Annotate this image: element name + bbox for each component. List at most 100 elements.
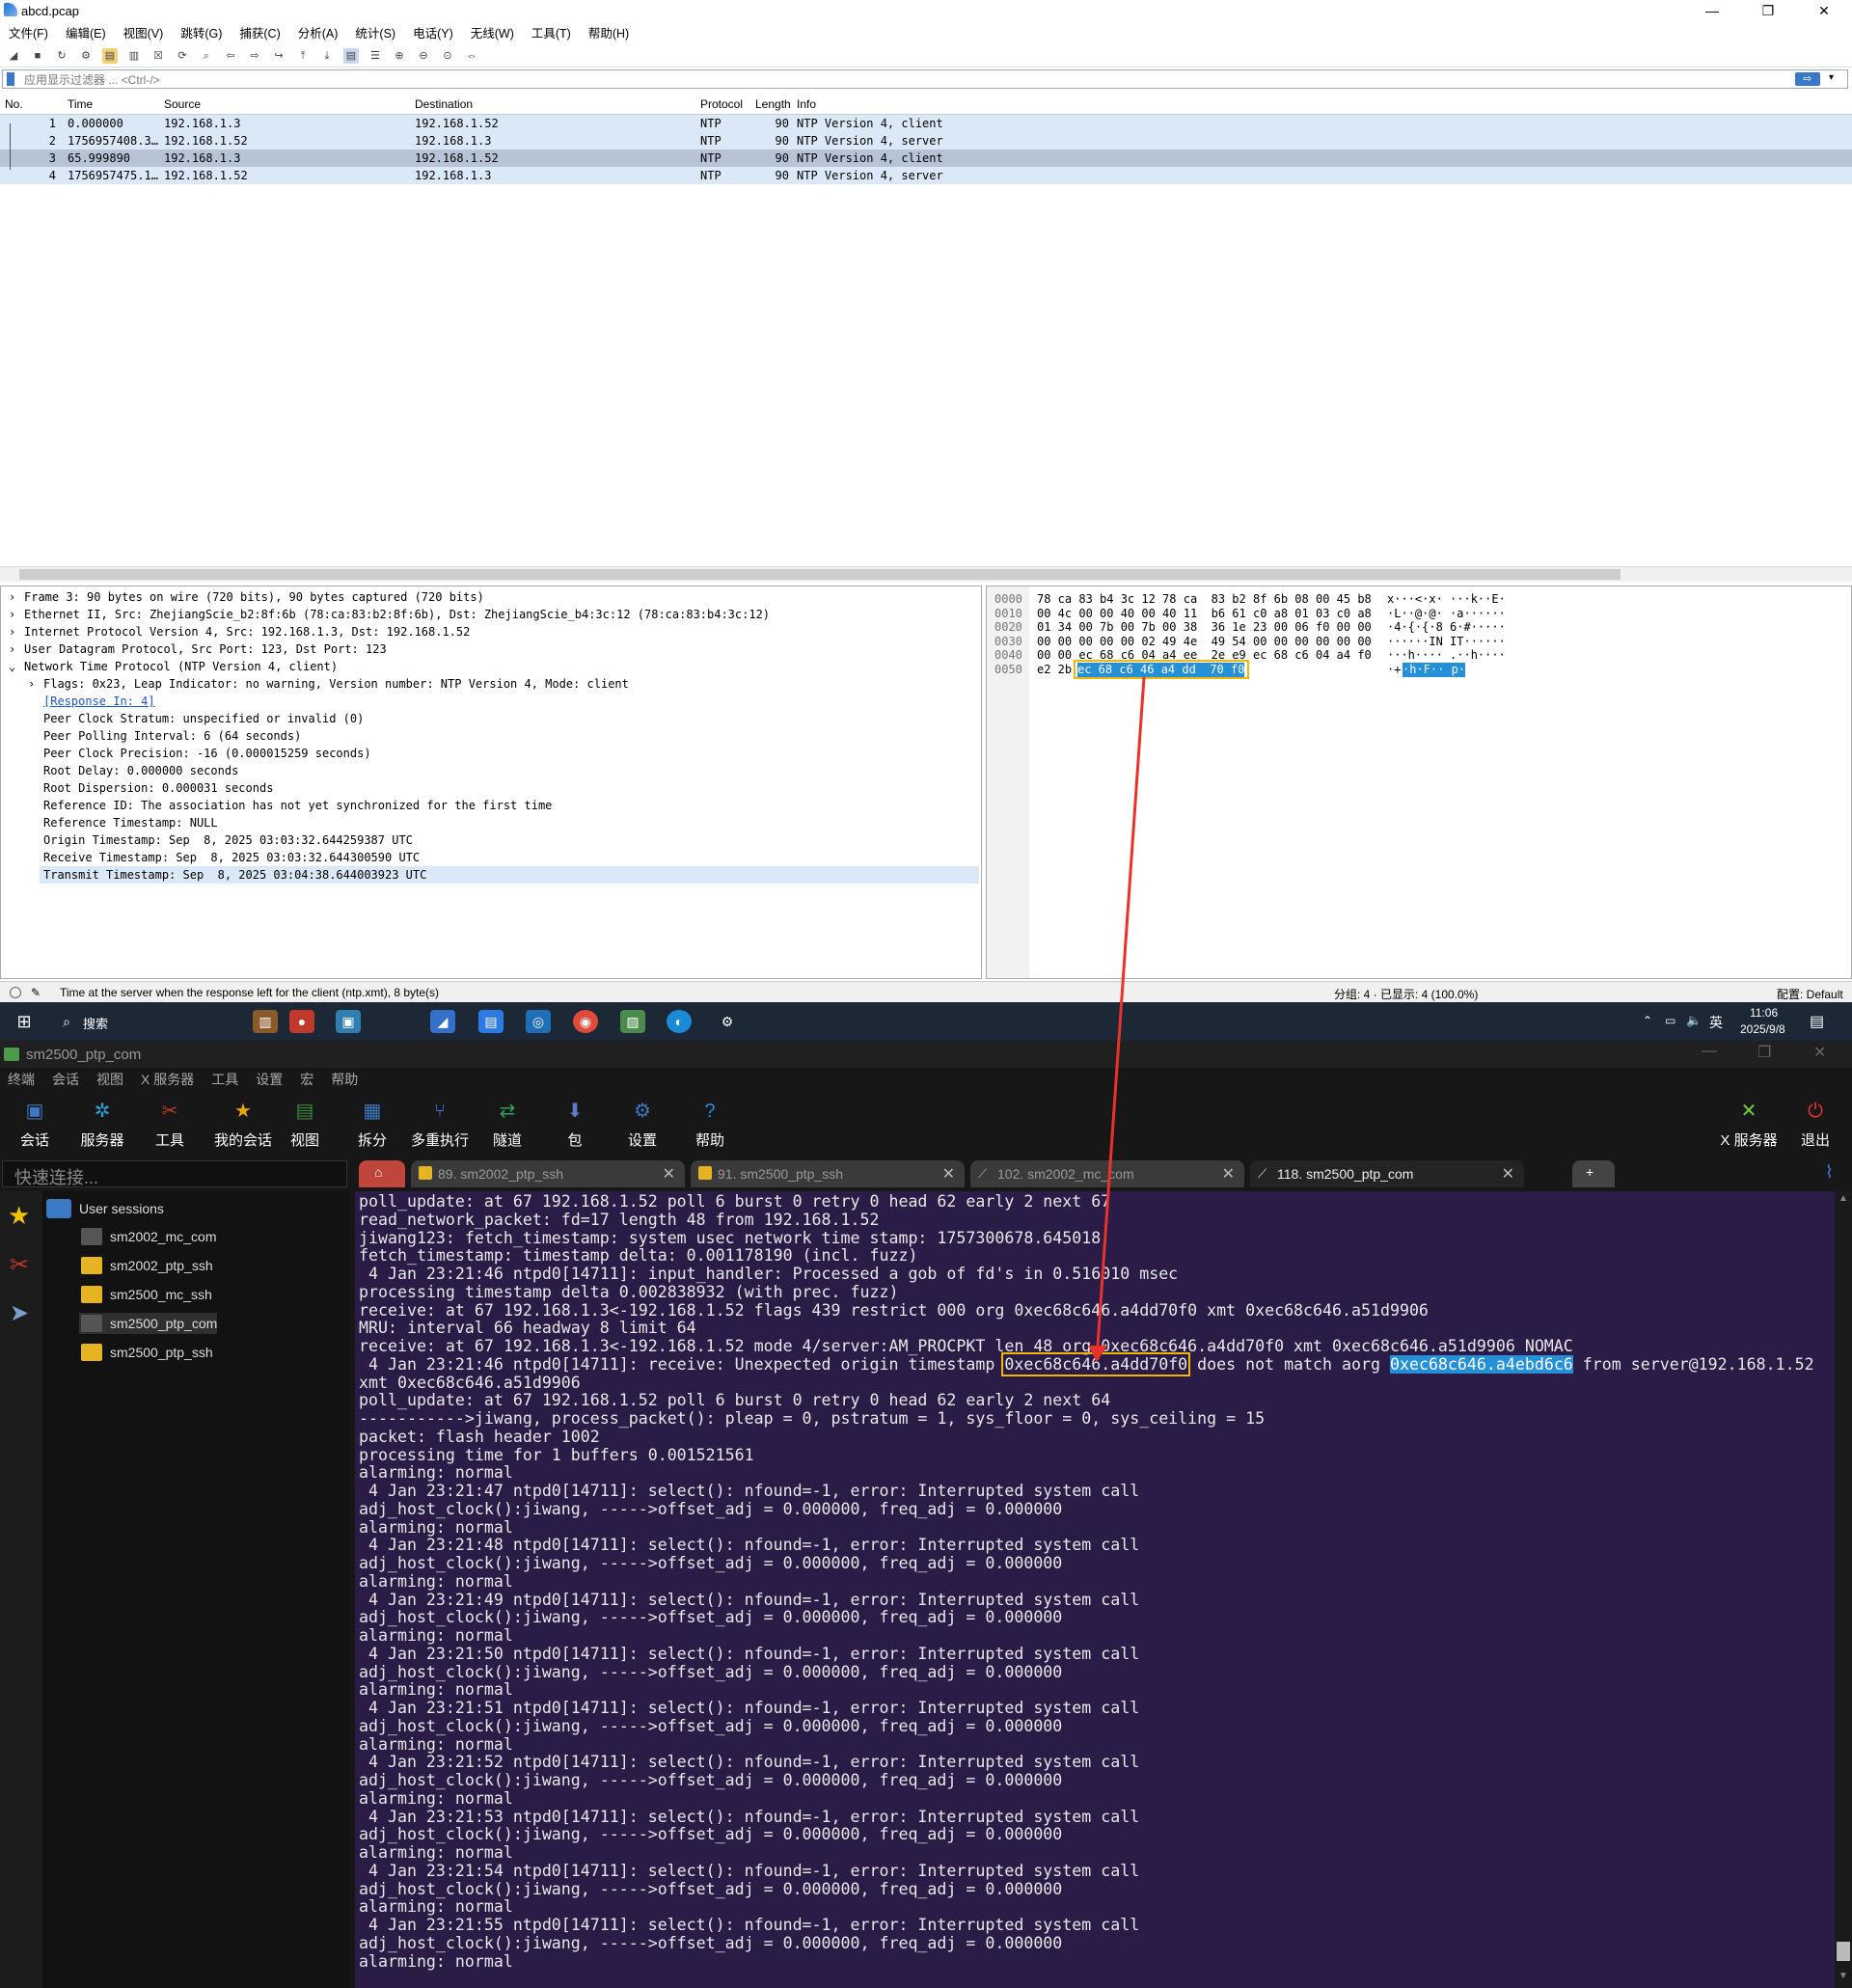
mobaxterm-taskbar-icon[interactable]: ▨ [620,1010,645,1033]
menu-item[interactable]: 分析(A) [298,23,339,41]
back-icon[interactable]: ⇦ [223,48,238,64]
menu-item[interactable]: 捕获(C) [239,23,280,41]
moba-menu-item[interactable]: 会话 [52,1070,79,1089]
session-item[interactable]: sm2500_mc_ssh [79,1284,212,1305]
collapse-icon[interactable]: › [9,608,15,621]
find-icon[interactable]: ⌕ [199,48,214,64]
byte-ascii[interactable]: ·4·{·{·8 6·#····· [1387,620,1506,635]
toolbar-help-button[interactable]: ? 帮助 [681,1093,739,1150]
colorize-icon[interactable]: ☰ [368,48,383,64]
edge-icon[interactable]: ◐ [667,1010,692,1033]
new-tab-plus-icon[interactable]: + [1572,1160,1615,1187]
moba-menu-item[interactable]: 工具 [211,1070,238,1089]
filter-dropdown-icon[interactable]: ▾ [1829,72,1834,83]
toolbar-view-button[interactable]: ▤ 视图 [276,1093,334,1150]
network-icon[interactable]: ▭ [1665,1014,1675,1027]
expand-icon[interactable]: ⌄ [9,660,15,673]
detail-row[interactable]: Reference ID: The association has not ye… [1,797,981,814]
clock-time[interactable]: 11:06 [1750,1006,1778,1020]
toolbar-tunnel-button[interactable]: ⇄ 隧道 [478,1093,536,1150]
toolbar-star-button[interactable]: ★ 我的会话 [208,1093,278,1150]
collapse-icon[interactable]: › [9,642,15,656]
star-icon[interactable]: ★ [8,1201,30,1231]
detail-row[interactable]: Peer Clock Stratum: unspecified or inval… [1,710,981,727]
toolbar-servers-button[interactable]: ✲ 服务器 [73,1093,131,1150]
edit-comment-icon[interactable]: ✎ [31,986,41,999]
moba-menu-item[interactable]: X 服务器 [141,1070,194,1089]
byte-hex[interactable]: e2 2b [1037,663,1072,677]
shark-start-icon[interactable]: ◢ [6,48,21,64]
tab-close-icon[interactable]: ✕ [1222,1164,1235,1184]
byte-ascii-selected[interactable]: ·h·F·· p· [1403,662,1466,677]
collapse-icon[interactable]: › [9,625,15,639]
packet-row[interactable]: 1 0.000000 192.168.1.3 192.168.1.52 NTP 90 NTP… [0,115,1852,132]
session-item[interactable]: sm2002_mc_com [79,1226,217,1247]
moba-minimize-icon[interactable]: — [1702,1043,1717,1060]
restart-icon[interactable]: ↻ [54,48,69,64]
detail-row[interactable]: Peer Clock Precision: -16 (0.000015259 s… [1,745,981,762]
moba-menu-item[interactable]: 终端 [8,1070,35,1089]
menu-item[interactable]: 编辑(E) [66,23,106,41]
quick-connect-input[interactable]: 快速连接... [2,1160,347,1187]
tab-session-89[interactable]: 89. sm2002_ptp_ssh ✕ [411,1160,685,1187]
col-destination[interactable]: Destination [415,97,473,111]
toolbar-split-button[interactable]: ▦ 拆分 [343,1093,401,1150]
col-no[interactable]: No. [5,97,23,111]
toolbar-tools-button[interactable]: ✂ 工具 [141,1093,199,1150]
terminal-scrollbar[interactable]: ▲ ▼ [1835,1191,1852,1988]
session-item[interactable]: sm2500_ptp_ssh [79,1342,213,1363]
settings-gear-icon[interactable]: ⚙ [715,1010,740,1033]
options-icon[interactable]: ⚙ [78,48,94,64]
forward-icon[interactable]: ⇨ [247,48,262,64]
detail-row[interactable]: › User Datagram Protocol, Src Port: 123, … [1,640,981,658]
save-icon[interactable]: ▥ [126,48,142,64]
autoscroll-icon[interactable]: ▤ [343,47,359,64]
byte-hex[interactable]: 01 34 00 7b 00 7b 00 38 36 1e 23 00 06 f… [1037,620,1372,635]
packet-row[interactable]: 4 1756957475.1… 192.168.1.52 192.168.1.3 NTP… [0,167,1852,184]
zoom-in-icon[interactable]: ⊕ [392,48,407,64]
close-file-icon[interactable]: ☒ [150,48,166,64]
col-protocol[interactable]: Protocol [700,97,743,111]
packet-row[interactable]: 3 65.999890 192.168.1.3 192.168.1.52 NTP 90 NT… [0,150,1852,167]
col-info[interactable]: Info [797,97,816,111]
restore-icon[interactable]: ❐ [1740,0,1796,21]
home-tab-icon[interactable]: ⌂ [359,1160,405,1187]
volume-icon[interactable]: 🔈 [1686,1013,1702,1028]
menu-item[interactable]: 电话(Y) [413,23,453,41]
detail-row[interactable]: [Response In: 4] [1,693,981,710]
bookmark-icon[interactable] [7,72,14,86]
menu-item[interactable]: 文件(F) [9,23,48,41]
tab-close-icon[interactable]: ✕ [663,1164,675,1184]
menu-item[interactable]: 统计(S) [355,23,395,41]
detail-row[interactable]: Receive Timestamp: Sep 8, 2025 03:03:32.… [1,849,981,866]
tray-chevron-icon[interactable]: ⌃ [1643,1014,1652,1027]
byte-ascii[interactable]: ···h···· .··h···· [1387,648,1506,663]
tab-close-icon[interactable]: ✕ [1502,1164,1514,1184]
menu-item[interactable]: 跳转(G) [180,23,222,41]
paperclip-icon[interactable]: ⌇ [1825,1162,1834,1183]
windows-start-icon[interactable]: ⊞ [12,1010,37,1033]
col-source[interactable]: Source [164,97,201,111]
wireshark-taskbar-icon[interactable]: ◢ [430,1010,455,1033]
search-icon[interactable]: ⌕ [54,1010,79,1033]
moba-menu-item[interactable]: 视图 [96,1070,123,1089]
detail-row[interactable]: Reference Timestamp: NULL [1,814,981,831]
notification-icon[interactable]: ▤ [1810,1012,1824,1031]
detail-row[interactable]: Root Delay: 0.000000 seconds [1,762,981,779]
tools-icon[interactable]: ✂ [10,1251,29,1279]
detail-row[interactable]: › Internet Protocol Version 4, Src: 192.1… [1,623,981,640]
col-length[interactable]: Length [755,97,790,111]
close-icon[interactable]: ✕ [1796,0,1852,21]
toolbar-settings-button[interactable]: ⚙ 设置 [613,1093,671,1150]
session-item[interactable]: sm2500_ptp_com [79,1313,218,1334]
response-in-link[interactable]: [Response In: 4] [43,694,155,708]
moba-restore-icon[interactable]: ❐ [1757,1043,1771,1062]
xserver-button[interactable]: ✕ X 服务器 [1715,1093,1783,1150]
display-filter-input[interactable]: 应用显示过滤器 ... <Ctrl-/> ⇨ ▾ + [2,69,1848,89]
minimize-icon[interactable]: — [1684,0,1740,21]
moba-menu-item[interactable]: 设置 [256,1070,283,1089]
byte-ascii[interactable]: ·+ [1387,663,1401,677]
terminal-output[interactable]: poll_update: at 67 192.168.1.52 poll 6 b… [355,1191,1835,1988]
app-icon-3[interactable]: ▤ [478,1010,504,1033]
packet-list-hscrollbar[interactable] [0,566,1852,582]
